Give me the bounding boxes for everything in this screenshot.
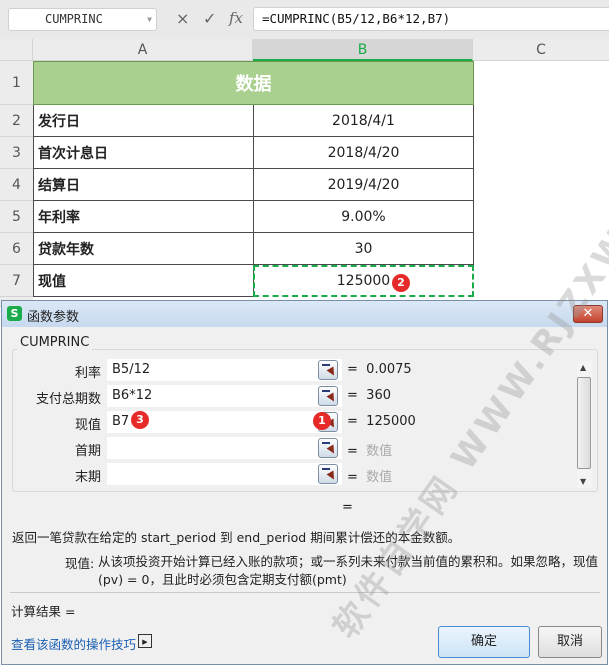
row-header[interactable]: 3 (0, 137, 33, 169)
equals-sign: = (347, 388, 367, 403)
row-header[interactable]: 5 (0, 201, 33, 233)
chevron-down-icon[interactable]: ▼ (147, 9, 152, 30)
cell-b2[interactable]: 2018/4/1 (253, 105, 474, 137)
arg-result: = 数值 (347, 466, 392, 485)
scroll-up-icon[interactable]: ▲ (580, 363, 586, 372)
equals-sign: = (347, 444, 367, 459)
arg-label: 首期 (74, 444, 101, 459)
app-logo-icon: S (7, 306, 22, 321)
step-badge-2: 2 (392, 274, 410, 292)
calc-result-label: 计算结果 = (11, 604, 76, 619)
formula-value-equals: = (342, 500, 353, 515)
column-header-b[interactable]: B (253, 39, 473, 61)
arg-start-period-input[interactable] (107, 437, 342, 459)
row-header[interactable]: 4 (0, 169, 33, 201)
cell-a2[interactable]: 发行日 (33, 105, 254, 137)
range-select-icon[interactable] (318, 386, 338, 406)
arg-result-value: 数值 (366, 444, 393, 459)
step-badge-1: 1 (313, 412, 331, 430)
arg-result: = 数值 (347, 440, 392, 459)
cell-a4[interactable]: 结算日 (33, 169, 254, 201)
dialog-titlebar[interactable]: S 函数参数 ✕ (2, 301, 607, 327)
cell-b7-selected[interactable]: 125000 (253, 265, 474, 297)
name-box[interactable]: CUMPRINC ▼ (8, 8, 157, 31)
ok-button[interactable]: 确定 (438, 626, 530, 658)
cell-a6[interactable]: 贷款年数 (33, 233, 254, 265)
cell-a3[interactable]: 首次计息日 (33, 137, 254, 169)
arg-result-value: 360 (366, 388, 391, 403)
equals-sign: = (347, 470, 367, 485)
scroll-down-icon[interactable]: ▼ (580, 477, 586, 486)
arg-rate-input[interactable]: B5/12 (107, 359, 342, 381)
column-header-a[interactable]: A (33, 39, 253, 61)
cancel-icon[interactable]: × (176, 9, 189, 28)
arg-label: 末期 (74, 470, 101, 485)
cell-b5[interactable]: 9.00% (253, 201, 474, 233)
arg-result: = 125000 (347, 414, 416, 429)
range-select-icon[interactable] (318, 438, 338, 458)
range-select-icon[interactable] (318, 464, 338, 484)
dialog-title: 函数参数 (27, 310, 80, 325)
arg-end-period-input[interactable] (107, 463, 342, 485)
arg-nper-input[interactable]: B6*12 (107, 385, 342, 407)
arg-help-label: 现值: (65, 556, 95, 571)
step-badge-3: 3 (131, 411, 149, 429)
enter-icon[interactable]: ✓ (203, 9, 216, 28)
row-header[interactable]: 7 (0, 265, 33, 297)
cell-b4[interactable]: 2019/4/20 (253, 169, 474, 201)
cancel-button[interactable]: 取消 (538, 626, 602, 658)
column-header-c[interactable]: C (473, 39, 609, 61)
equals-sign: = (347, 362, 367, 377)
arg-result: = 360 (347, 388, 391, 403)
formula-input[interactable]: =CUMPRINC(B5/12,B6*12,B7) (253, 7, 609, 31)
arg-result: = 0.0075 (347, 362, 412, 377)
row-header[interactable]: 1 (0, 61, 33, 105)
equals-sign: = (347, 414, 367, 429)
arg-result-value: 0.0075 (366, 362, 412, 377)
arg-result-value: 125000 (366, 414, 416, 429)
function-name: CUMPRINC (17, 335, 93, 350)
row-header[interactable]: 6 (0, 233, 33, 265)
divider (10, 592, 600, 593)
row-header[interactable]: 2 (0, 105, 33, 137)
header-cell[interactable]: 数据 (33, 61, 474, 105)
cell-a5[interactable]: 年利率 (33, 201, 254, 233)
help-link[interactable]: 查看该函数的操作技巧 (11, 634, 136, 653)
cell-b6[interactable]: 30 (253, 233, 474, 265)
range-select-icon[interactable] (318, 360, 338, 380)
arg-label: 支付总期数 (35, 392, 101, 407)
video-play-icon[interactable]: ▶ (138, 634, 152, 648)
arg-result-value: 数值 (366, 470, 393, 485)
name-box-value: CUMPRINC (45, 12, 103, 26)
arg-label: 利率 (74, 366, 101, 381)
fx-icon[interactable]: fx (229, 9, 243, 27)
scrollbar-thumb[interactable] (577, 377, 591, 469)
column-header-bar: A B C (0, 39, 609, 61)
arg-label: 现值 (74, 418, 101, 433)
cell-a7[interactable]: 现值 (33, 265, 254, 297)
cell-b3[interactable]: 2018/4/20 (253, 137, 474, 169)
select-all-corner[interactable] (0, 39, 33, 61)
